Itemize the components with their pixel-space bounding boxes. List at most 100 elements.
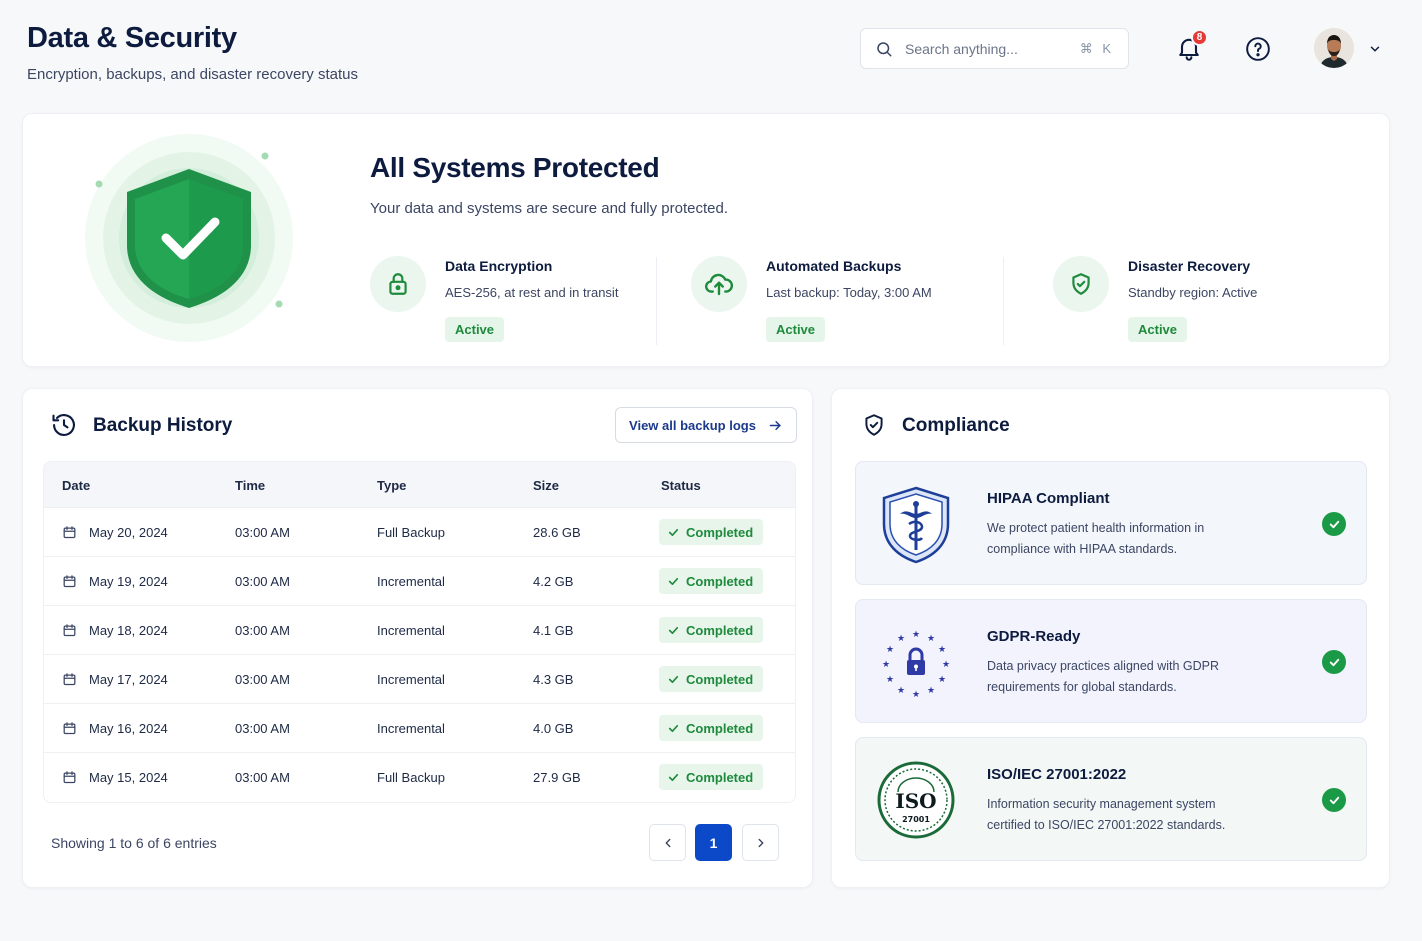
cell-type: Full Backup — [377, 770, 445, 785]
cell-size: 27.9 GB — [533, 770, 581, 785]
cell-size: 4.0 GB — [533, 721, 574, 736]
gdpr-stars-lock-icon: ★ ★★★★★★★★★★★ — [882, 629, 950, 699]
cell-time: 03:00 AM — [235, 574, 290, 589]
table-row[interactable]: May 18, 2024 03:00 AM Incremental 4.1 GB Com… — [44, 606, 795, 655]
compliance-item-iso[interactable]: ISO 27001 ISO/IEC 27001:2022 Information… — [855, 737, 1367, 861]
cell-date: May 18, 2024 — [89, 623, 168, 638]
view-logs-label: View all backup logs — [629, 417, 756, 433]
check-icon — [668, 724, 679, 732]
feature-title: Automated Backups — [766, 258, 902, 274]
gdpr-star-icon: ★ — [886, 644, 894, 654]
column-header[interactable]: Type — [377, 478, 406, 493]
feature-desc: AES-256, at rest and in transit — [445, 285, 619, 300]
hero-title: All Systems Protected — [370, 152, 660, 183]
gdpr-star-icon: ★ — [938, 674, 946, 684]
cell-date: May 20, 2024 — [89, 525, 168, 540]
cell-type: Incremental — [377, 672, 445, 687]
calendar-icon — [63, 624, 76, 637]
column-header[interactable]: Size — [533, 478, 559, 493]
status-badge: Active — [766, 317, 826, 342]
table-row[interactable]: May 19, 2024 03:00 AM Incremental 4.2 GB Com… — [44, 557, 795, 606]
user-avatar-icon — [1314, 28, 1354, 68]
svg-text:27001: 27001 — [902, 815, 930, 824]
check-circle-icon — [1322, 650, 1346, 674]
compliance-card: Compliance HIPAA Compliant We protect pa… — [831, 388, 1390, 888]
divider — [1003, 257, 1004, 345]
cell-time: 03:00 AM — [235, 721, 290, 736]
table-row[interactable]: May 15, 2024 03:00 AM Full Backup 27.9 GB Co… — [44, 753, 795, 802]
status-label: Completed — [686, 720, 754, 736]
chevron-down-icon[interactable] — [1368, 42, 1382, 56]
shield-check-icon — [1072, 273, 1090, 295]
status-badge: Completed — [659, 519, 764, 545]
hero-subtitle: Your data and systems are secure and ful… — [370, 200, 728, 217]
calendar-icon — [63, 526, 76, 539]
status-label: Completed — [686, 573, 754, 589]
pagination-summary: Showing 1 to 6 of 6 entries — [51, 835, 217, 851]
calendar-icon — [63, 575, 76, 588]
compliance-item-gdpr[interactable]: ★ ★ ★ ★ ★ ★ ★ ★ ★ ★ ★ ★ GDPR-Ready Data privacy pra… — [855, 599, 1367, 723]
status-label: Completed — [686, 622, 754, 638]
column-header[interactable]: Status — [661, 478, 701, 493]
check-circle-icon — [1322, 788, 1346, 812]
status-badge: Active — [1128, 317, 1188, 342]
check-icon — [668, 528, 679, 536]
feature-desc: Standby region: Active — [1128, 285, 1258, 300]
cell-date: May 19, 2024 — [89, 574, 168, 589]
gdpr-star-icon: ★ — [938, 644, 946, 654]
compliance-item-desc: Data privacy practices aligned with GDPR… — [987, 659, 1220, 694]
divider — [656, 257, 657, 345]
view-all-backup-logs-button[interactable]: View all backup logs — [615, 407, 797, 443]
help-icon[interactable] — [1245, 36, 1271, 62]
arrow-right-icon — [769, 420, 781, 430]
cell-time: 03:00 AM — [235, 672, 290, 687]
column-header[interactable]: Time — [235, 478, 265, 493]
gdpr-star-icon: ★ — [882, 659, 890, 669]
cell-date: May 16, 2024 — [89, 721, 168, 736]
table-row[interactable]: May 20, 2024 03:00 AM Full Backup 28.6 GB Co… — [44, 508, 795, 557]
check-icon — [668, 773, 679, 781]
search-icon — [877, 41, 892, 56]
iso-seal-icon: ISO 27001 — [877, 761, 955, 839]
cell-time: 03:00 AM — [235, 623, 290, 638]
search-input[interactable]: Search anything... ⌘ K — [860, 28, 1129, 69]
shield-check-illustration-icon — [85, 134, 293, 342]
search-shortcut: ⌘ K — [1079, 40, 1114, 56]
status-badge: Completed — [659, 764, 764, 790]
table-row[interactable]: May 16, 2024 03:00 AM Incremental 4.0 GB Com… — [44, 704, 795, 753]
page-1-button[interactable]: 1 — [695, 824, 732, 861]
cell-size: 4.3 GB — [533, 672, 574, 687]
compliance-item-hipaa[interactable]: HIPAA Compliant We protect patient healt… — [855, 461, 1367, 585]
check-icon — [668, 577, 679, 585]
search-placeholder: Search anything... — [905, 40, 1018, 57]
gdpr-star-icon: ★ — [886, 674, 894, 684]
gdpr-star-icon: ★ — [927, 685, 935, 695]
compliance-item-title: GDPR-Ready — [987, 628, 1081, 645]
status-badge: Completed — [659, 715, 764, 741]
feature-title: Disaster Recovery — [1128, 258, 1251, 274]
backup-history-title: Backup History — [93, 415, 233, 436]
previous-page-button[interactable] — [649, 824, 686, 861]
gdpr-star-icon: ★ — [912, 689, 920, 699]
avatar[interactable] — [1314, 28, 1354, 68]
next-page-button[interactable] — [742, 824, 779, 861]
column-header[interactable]: Date — [62, 478, 90, 493]
status-label: Completed — [686, 524, 754, 540]
calendar-icon — [63, 722, 76, 735]
notification-badge: 8 — [1191, 29, 1208, 46]
status-badge: Completed — [659, 617, 764, 643]
shield-check-outline-icon — [865, 414, 883, 436]
table-row[interactable]: May 17, 2024 03:00 AM Incremental 4.3 GB Com… — [44, 655, 795, 704]
feature-desc: Last backup: Today, 3:00 AM — [766, 285, 932, 300]
compliance-title: Compliance — [902, 415, 1010, 436]
status-label: Completed — [686, 769, 754, 785]
page-title: Data & Security — [27, 22, 237, 54]
history-icon — [52, 414, 75, 436]
cell-time: 03:00 AM — [235, 770, 290, 785]
calendar-icon — [63, 771, 76, 784]
status-badge: Active — [445, 317, 505, 342]
status-label: Completed — [686, 671, 754, 687]
cell-size: 4.2 GB — [533, 574, 574, 589]
page-subtitle: Encryption, backups, and disaster recove… — [27, 66, 358, 83]
calendar-icon — [63, 673, 76, 686]
